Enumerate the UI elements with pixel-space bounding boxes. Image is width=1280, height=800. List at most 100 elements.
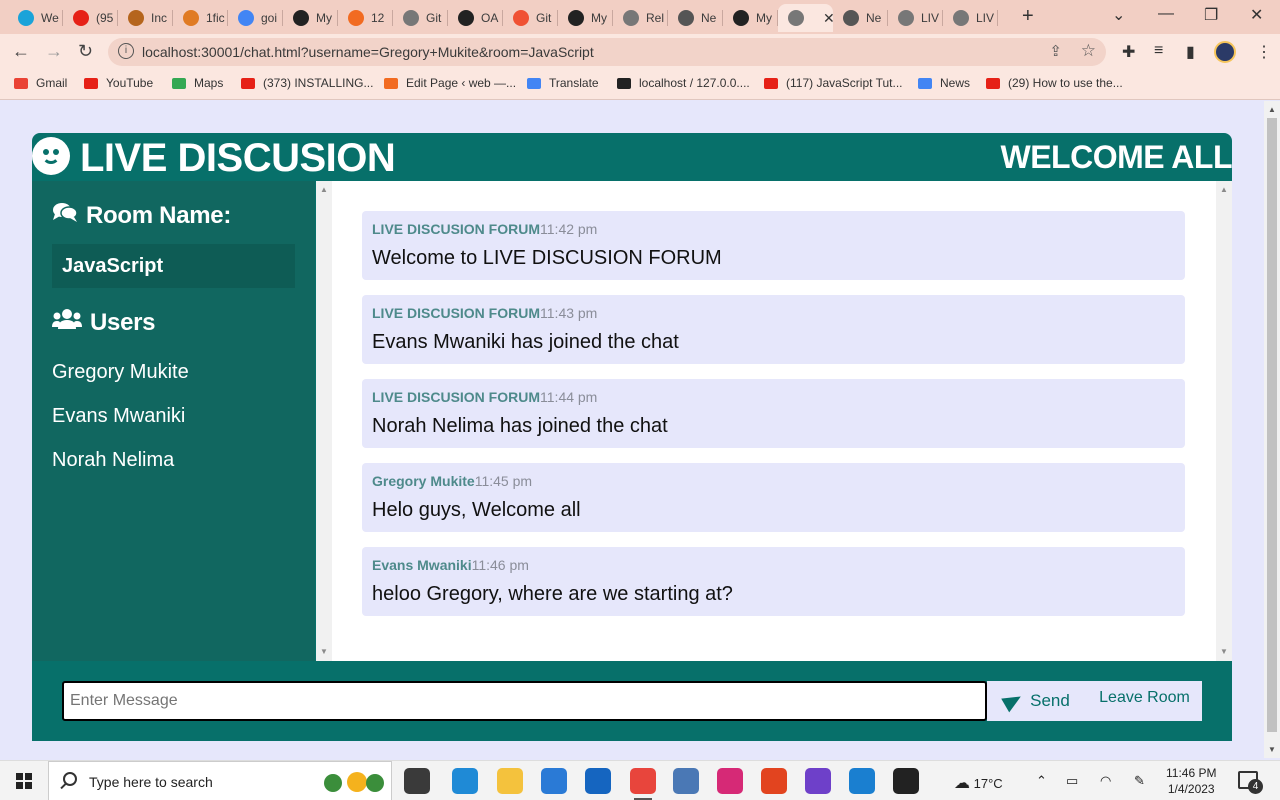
tab-favicon-icon (513, 10, 529, 26)
leave-room-button[interactable]: Leave Room (1087, 681, 1202, 721)
back-icon[interactable]: ← (12, 41, 30, 62)
scroll-up-icon[interactable]: ▲ (1268, 105, 1276, 114)
notification-count: 4 (1248, 779, 1263, 794)
menu-icon[interactable]: ⋮ (1256, 42, 1272, 62)
bookmark-item[interactable]: (117) JavaScript Tut... (764, 76, 903, 90)
browser-tab[interactable]: Ne (833, 4, 888, 32)
task-view-icon[interactable] (404, 768, 430, 794)
address-bar[interactable]: i localhost:30001/chat.html?username=Gre… (108, 38, 1106, 66)
instagram-icon[interactable] (717, 768, 743, 794)
bookmark-label: (29) How to use the... (1008, 76, 1123, 90)
weather-tray[interactable]: ☁ 17°C (954, 773, 1003, 793)
message-text: heloo Gregory, where are we starting at? (372, 583, 733, 605)
scroll-down-icon[interactable]: ▼ (1268, 745, 1276, 754)
bookmark-star-icon[interactable]: ☆ (1081, 41, 1096, 61)
pen-icon[interactable]: ✎ (1134, 773, 1145, 789)
bookmark-favicon-icon (617, 77, 631, 89)
taskbar-clock[interactable]: 11:46 PM 1/4/2023 (1166, 765, 1216, 797)
media-control-icon[interactable]: ≡ (1154, 42, 1163, 60)
message-input[interactable] (62, 681, 987, 721)
browser-tab[interactable]: My (283, 4, 338, 32)
scrollbar-thumb[interactable] (1267, 118, 1277, 732)
bookmark-item[interactable]: Maps (172, 76, 223, 90)
browser-tab[interactable]: Git (393, 4, 448, 32)
tab-label: Git (536, 11, 552, 25)
message-text: Helo guys, Welcome all (372, 499, 581, 521)
tab-search-icon[interactable]: ⌄ (1112, 5, 1125, 25)
terminal-icon[interactable] (893, 768, 919, 794)
battery-icon[interactable]: ▭ (1066, 773, 1078, 789)
browser-tab[interactable]: ✕ (778, 4, 835, 32)
scroll-up-icon[interactable]: ▲ (320, 185, 328, 194)
bookmark-item[interactable]: (29) How to use the... (986, 76, 1123, 90)
tab-label: OA (481, 11, 499, 25)
maximize-icon[interactable]: ❐ (1204, 5, 1218, 25)
control-panel-icon[interactable] (673, 768, 699, 794)
scroll-down-icon[interactable]: ▼ (1220, 647, 1228, 656)
chat-message: LIVE DISCUSION FORUM11:44 pm Norah Nelima… (362, 379, 1185, 448)
share-icon[interactable]: ⇪ (1049, 42, 1062, 60)
scroll-up-icon[interactable]: ▲ (1220, 185, 1228, 194)
room-heading: Room Name: (52, 201, 231, 230)
wifi-icon[interactable]: ◠ (1100, 773, 1111, 789)
browser-tab[interactable]: OA (448, 4, 503, 32)
bookmark-item[interactable]: Gmail (14, 76, 67, 90)
browser-tab[interactable]: goi (228, 4, 283, 32)
bookmark-item[interactable]: News (918, 76, 970, 90)
file-explorer-icon[interactable] (497, 768, 523, 794)
vscode-icon[interactable] (849, 768, 875, 794)
github-desktop-icon[interactable] (805, 768, 831, 794)
browser-tab[interactable]: 12 (338, 4, 393, 32)
bookmark-item[interactable]: Translate (527, 76, 599, 90)
tab-favicon-icon (238, 10, 254, 26)
tab-favicon-icon (678, 10, 694, 26)
send-button[interactable]: Send (987, 681, 1087, 721)
reload-icon[interactable]: ↻ (78, 41, 93, 62)
extensions-icon[interactable]: ✚ (1122, 42, 1135, 62)
bookmark-item[interactable]: Edit Page ‹ web —... (384, 76, 516, 90)
windows-start-icon[interactable] (16, 773, 32, 789)
browser-tab[interactable]: My (558, 4, 613, 32)
browser-tab[interactable]: LIV (943, 4, 998, 32)
bookmark-item[interactable]: YouTube (84, 76, 153, 90)
minimize-icon[interactable]: — (1158, 5, 1174, 23)
tab-favicon-icon (403, 10, 419, 26)
show-hidden-icons-icon[interactable]: ⌃ (1036, 773, 1047, 789)
taskbar-search[interactable]: Type here to search (48, 761, 392, 800)
edge-icon[interactable] (452, 768, 478, 794)
close-window-icon[interactable]: ✕ (1250, 5, 1263, 25)
tab-label: Inc (151, 11, 168, 25)
tab-favicon-icon (568, 10, 584, 26)
browser-tab[interactable]: LIV (888, 4, 943, 32)
browser-tab[interactable]: (95 (63, 4, 118, 32)
new-tab-icon[interactable]: + (1022, 5, 1034, 28)
browser-tab[interactable]: Rel (613, 4, 668, 32)
office-icon[interactable] (761, 768, 787, 794)
sidebar-scrollbar[interactable]: ▲ ▼ (316, 181, 332, 661)
browser-tab[interactable]: Inc (118, 4, 173, 32)
tab-favicon-icon (623, 10, 639, 26)
forward-icon[interactable]: → (45, 41, 63, 62)
messages-scrollbar[interactable]: ▲ ▼ (1216, 181, 1232, 661)
browser-tab[interactable]: My (723, 4, 778, 32)
page-scrollbar[interactable]: ▲ ▼ (1264, 101, 1280, 758)
clock-time: 11:46 PM (1166, 766, 1217, 780)
side-panel-icon[interactable]: ▮ (1186, 42, 1195, 62)
scroll-down-icon[interactable]: ▼ (320, 647, 328, 656)
profile-avatar[interactable] (1214, 41, 1236, 63)
url-text[interactable]: localhost:30001/chat.html?username=Grego… (142, 44, 594, 60)
bookmark-favicon-icon (84, 77, 98, 89)
mail-icon[interactable] (585, 768, 611, 794)
browser-tab[interactable]: Ne (668, 4, 723, 32)
bookmark-favicon-icon (527, 77, 541, 89)
site-info-icon[interactable]: i (118, 43, 134, 59)
bookmark-item[interactable]: localhost / 127.0.0.... (617, 76, 750, 90)
notification-center-icon[interactable]: 4 (1238, 771, 1263, 794)
browser-tab[interactable]: Git (503, 4, 558, 32)
bookmark-item[interactable]: (373) INSTALLING... (241, 76, 373, 90)
windows-taskbar: Type here to search ☁ 17°C ⌃ ▭ ◠ ✎ 11:46… (0, 760, 1280, 800)
browser-tab[interactable]: 1fic (173, 4, 228, 32)
store-icon[interactable] (541, 768, 567, 794)
chrome-icon[interactable] (630, 768, 656, 800)
browser-tab[interactable]: We (8, 4, 63, 32)
